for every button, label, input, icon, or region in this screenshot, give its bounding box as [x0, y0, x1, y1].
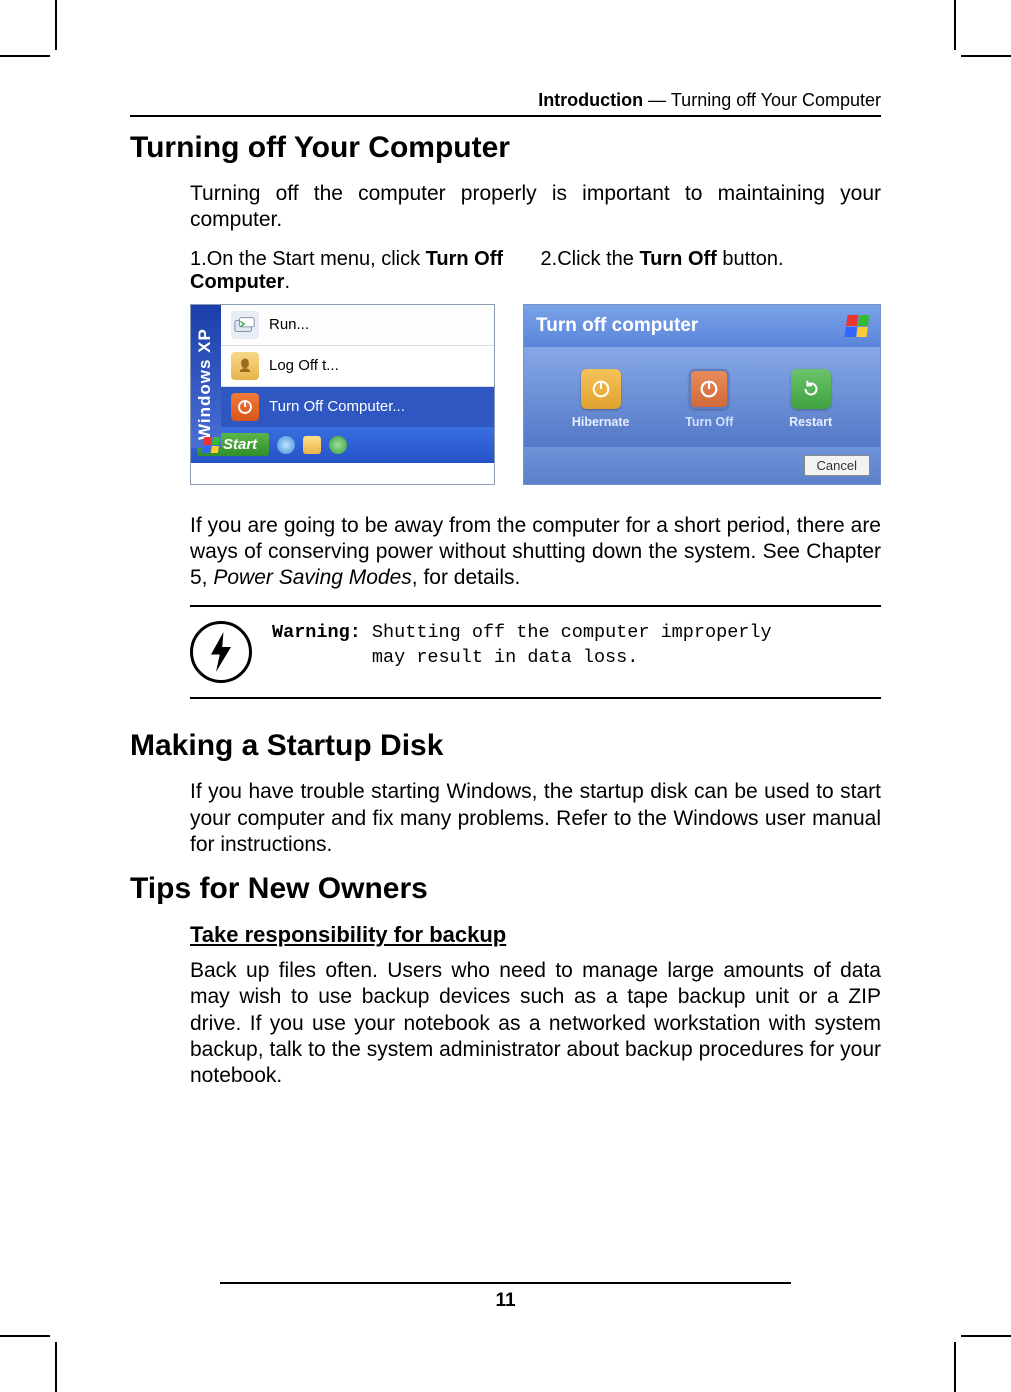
taskbar: Start: [191, 427, 494, 463]
warning-callout: Warning: Shutting off the computer impro…: [190, 605, 881, 699]
dialog-title-bar: Turn off computer: [524, 305, 880, 347]
dialog-title: Turn off computer: [536, 315, 698, 337]
start-button-label: Start: [223, 436, 257, 453]
hibernate-icon: [581, 369, 621, 409]
menu-item-turnoff[interactable]: Turn Off Computer...: [221, 386, 494, 427]
restart-icon: [791, 369, 831, 409]
option-hibernate[interactable]: Hibernate: [572, 369, 630, 429]
step-2: 2.Click the Turn Off button.: [541, 248, 882, 294]
paragraph-backup: Back up files often. Users who need to m…: [190, 958, 881, 1089]
option-hibernate-label: Hibernate: [572, 415, 630, 429]
ie-icon[interactable]: [277, 436, 295, 454]
lightning-icon: [190, 621, 252, 683]
menu-item-run-label: Run...: [269, 316, 309, 333]
menu-item-run[interactable]: Run...: [221, 305, 494, 345]
paragraph-startup: If you have trouble starting Windows, th…: [190, 779, 881, 858]
running-head-section: Introduction: [538, 90, 643, 110]
media-player-icon[interactable]: [329, 436, 347, 454]
menu-item-logoff-label: Log Off t...: [269, 357, 339, 374]
heading-turning-off: Turning off Your Computer: [130, 131, 881, 165]
windows-flag-icon: [844, 315, 869, 337]
menu-item-logoff[interactable]: Log Off t...: [221, 345, 494, 386]
running-head-topic: Turning off Your Computer: [671, 90, 881, 110]
explorer-icon[interactable]: [303, 436, 321, 454]
option-turnoff[interactable]: Turn Off: [685, 369, 733, 429]
turnoff-icon: [689, 369, 729, 409]
cancel-button[interactable]: Cancel: [804, 455, 870, 476]
paragraph-away: If you are going to be away from the com…: [190, 513, 881, 592]
warning-text: Warning: Shutting off the computer impro…: [272, 621, 772, 683]
paragraph-turnoff-intro: Turning off the computer properly is imp…: [190, 181, 881, 234]
logoff-icon: [231, 352, 259, 380]
menu-item-turnoff-label: Turn Off Computer...: [269, 398, 405, 415]
heading-startup-disk: Making a Startup Disk: [130, 729, 881, 763]
subheading-backup: Take responsibility for backup: [190, 922, 881, 948]
screenshot-turnoff-dialog: Turn off computer Hibernate Turn: [523, 304, 881, 485]
screenshot-start-menu: Windows XP Run... Log Off t...: [190, 304, 495, 485]
page-footer: 11: [130, 1282, 881, 1312]
windows-flag-icon: [202, 437, 220, 453]
heading-tips: Tips for New Owners: [130, 872, 881, 906]
option-restart-label: Restart: [789, 415, 832, 429]
running-head: Introduction — Turning off Your Computer: [130, 90, 881, 117]
start-button[interactable]: Start: [197, 433, 269, 456]
option-restart[interactable]: Restart: [789, 369, 832, 429]
option-turnoff-label: Turn Off: [685, 415, 733, 429]
steps-row: 1.On the Start menu, click Turn Off Comp…: [190, 248, 881, 294]
step-1: 1.On the Start menu, click Turn Off Comp…: [190, 248, 531, 294]
windows-xp-rail: Windows XP: [191, 305, 221, 448]
power-icon: [231, 393, 259, 421]
page-number: 11: [130, 1290, 881, 1312]
run-icon: [231, 311, 259, 339]
